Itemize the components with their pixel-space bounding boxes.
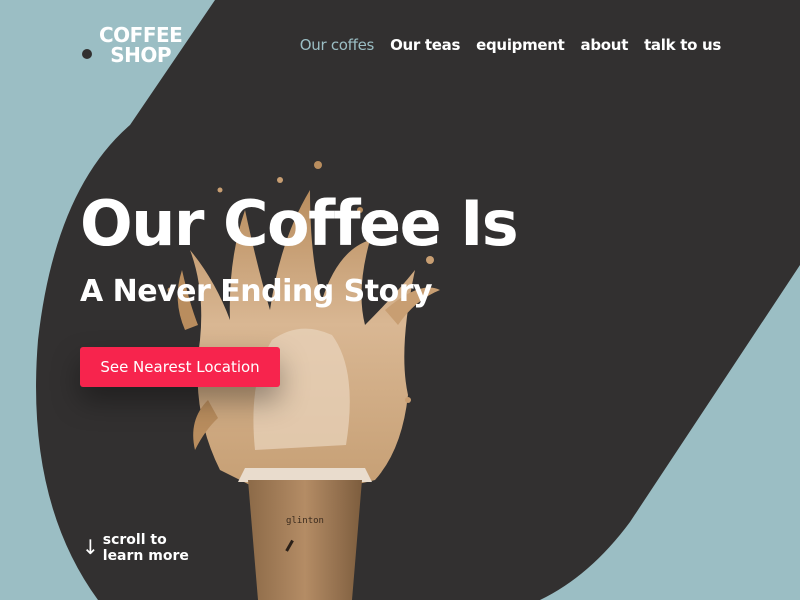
cup-brand-text: glinton — [286, 516, 324, 526]
nav-item-talk-to-us[interactable]: talk to us — [644, 36, 721, 54]
nav-item-our-teas[interactable]: Our teas — [390, 36, 460, 54]
brand-dot-icon — [82, 49, 92, 59]
nav-item-about[interactable]: about — [581, 36, 629, 54]
arrow-down-icon: ↓ — [82, 535, 99, 559]
hero-subtitle: A Never Ending Story — [80, 274, 433, 309]
brand-line-2: SHOP — [110, 43, 172, 67]
nav-item-equipment[interactable]: equipment — [476, 36, 565, 54]
nav-item-our-coffes[interactable]: Our coffes — [300, 36, 375, 54]
brand-wordmark: COFFEE SHOP — [99, 23, 183, 67]
hero-title: Our Coffee Is — [80, 187, 519, 260]
main-nav: Our coffes Our teas equipment about talk… — [300, 36, 722, 54]
see-nearest-location-button[interactable]: See Nearest Location — [80, 347, 280, 387]
brand-line-1: COFFEE — [99, 23, 183, 47]
brand-logo[interactable]: COFFEE SHOP — [82, 23, 183, 67]
